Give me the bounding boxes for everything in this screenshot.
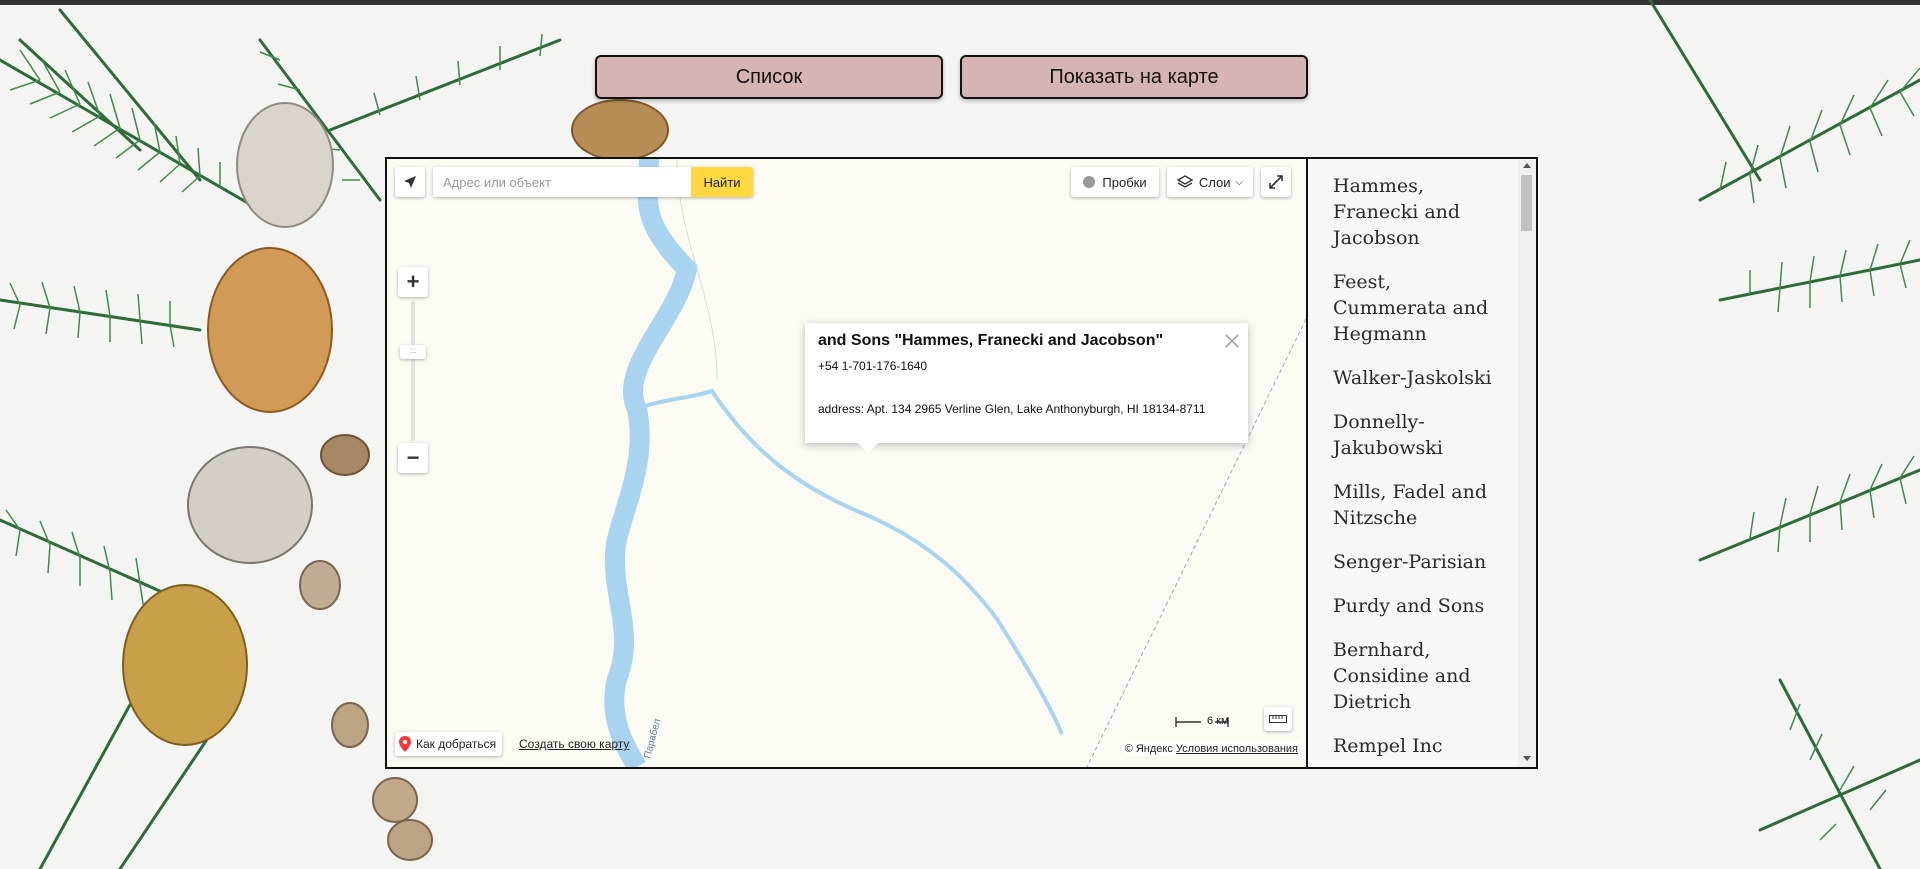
map-pin-icon: [399, 736, 411, 752]
ruler-button[interactable]: [1264, 707, 1292, 731]
layers-icon: [1176, 175, 1193, 188]
map-search-input[interactable]: [433, 167, 691, 197]
create-map-link[interactable]: Создать свою карту: [519, 737, 629, 751]
list-item[interactable]: Rempel Inc: [1308, 733, 1536, 759]
scroll-down-arrow-icon[interactable]: [1523, 756, 1531, 761]
geolocation-button[interactable]: [395, 167, 425, 197]
list-item[interactable]: Walker-Jaskolski: [1308, 365, 1536, 391]
scale-label: 6 км: [1207, 715, 1229, 727]
company-list: Hammes, Franecki and Jacobson Feest, Cum…: [1308, 159, 1536, 767]
scroll-up-arrow-icon[interactable]: [1523, 163, 1531, 168]
zoom-track[interactable]: [411, 301, 415, 441]
company-list-items: Hammes, Franecki and Jacobson Feest, Cum…: [1308, 173, 1536, 759]
chevron-down-icon: ⌵: [1235, 176, 1244, 188]
list-item[interactable]: Bernhard, Considine and Dietrich: [1308, 637, 1536, 715]
balloon-title: and Sons "Hammes, Franecki and Jacobson": [818, 332, 1164, 349]
map-search-bar: Найти: [433, 167, 753, 197]
traffic-button[interactable]: Пробки: [1071, 167, 1159, 197]
fullscreen-button[interactable]: [1261, 167, 1291, 197]
expand-icon: [1269, 175, 1283, 189]
list-item[interactable]: Purdy and Sons: [1308, 593, 1536, 619]
zoom-slider-handle[interactable]: :::: [400, 345, 426, 359]
list-item[interactable]: Mills, Fadel and Nitzsche: [1308, 479, 1536, 531]
map-copyright: © Яндекс Условия использования: [1122, 742, 1300, 756]
route-button[interactable]: Как добраться: [395, 732, 503, 756]
layers-button[interactable]: Слои ⌵: [1167, 167, 1253, 197]
list-view-button[interactable]: Список: [595, 55, 943, 99]
balloon-tail: [858, 443, 878, 453]
ruler-icon: [1269, 715, 1287, 723]
yandex-map[interactable]: Пар Парабел Найти Пробки Слои ⌵ + ::: −: [387, 159, 1306, 767]
map-search-button[interactable]: Найти: [691, 167, 753, 197]
layers-label: Слои: [1198, 174, 1231, 190]
route-label: Как добраться: [416, 737, 497, 751]
scroll-thumb[interactable]: [1521, 175, 1532, 231]
close-icon[interactable]: [1224, 333, 1240, 349]
zoom-control: + ::: −: [398, 267, 428, 473]
traffic-icon: [1083, 176, 1096, 188]
list-scrollbar[interactable]: [1518, 159, 1536, 767]
location-arrow-icon: [404, 176, 416, 188]
map-terrain: Пар Парабел: [604, 159, 1306, 767]
map-info-balloon: and Sons "Hammes, Franecki and Jacobson"…: [805, 323, 1248, 453]
list-item[interactable]: Donnelly-Jakubowski: [1308, 409, 1536, 461]
copyright-text: © Яндекс: [1124, 743, 1173, 755]
zoom-in-button[interactable]: +: [398, 267, 428, 297]
list-item[interactable]: Feest, Cummerata and Hegmann: [1308, 269, 1536, 347]
balloon-phone: +54 1-701-176-1640: [818, 359, 928, 373]
terms-link[interactable]: Условия использования: [1176, 743, 1298, 755]
svg-text:Парабел: Парабел: [641, 717, 663, 759]
list-item[interactable]: Senger-Parisian: [1308, 549, 1536, 575]
traffic-label: Пробки: [1102, 174, 1147, 190]
zoom-out-button[interactable]: −: [398, 443, 428, 473]
map-and-list-panel: Пар Парабел Найти Пробки Слои ⌵ + ::: −: [385, 157, 1538, 769]
map-view-button[interactable]: Показать на карте: [960, 55, 1308, 99]
list-item[interactable]: Hammes, Franecki and Jacobson: [1308, 173, 1536, 251]
balloon-address: address: Apt. 134 2965 Verline Glen, Lak…: [818, 402, 1206, 416]
